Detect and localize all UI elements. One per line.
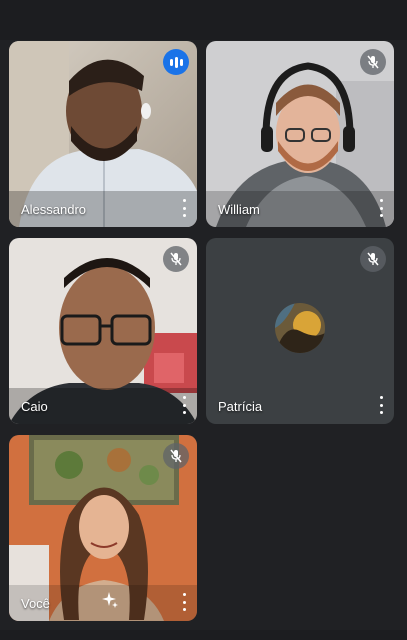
mic-off-icon xyxy=(360,246,386,272)
mic-off-icon xyxy=(163,246,189,272)
mic-off-icon xyxy=(163,443,189,469)
avatar xyxy=(275,303,325,353)
participant-name: Patrícia xyxy=(218,399,263,414)
mic-off-icon xyxy=(360,49,386,75)
more-options-icon[interactable] xyxy=(376,396,386,414)
navigation-bar xyxy=(0,630,407,640)
participant-tile-william[interactable]: William xyxy=(206,41,394,227)
participant-name: Caio xyxy=(21,399,48,414)
participant-tile-caio[interactable]: Caio xyxy=(9,238,197,424)
more-options-icon[interactable] xyxy=(179,199,189,217)
participant-tile-alessandro[interactable]: Alessandro xyxy=(9,41,197,227)
more-options-icon[interactable] xyxy=(179,396,189,414)
status-bar xyxy=(0,0,407,40)
participant-name: Você xyxy=(21,596,50,611)
participant-name: William xyxy=(218,202,260,217)
participant-tile-self[interactable]: Você xyxy=(9,435,197,621)
more-options-icon[interactable] xyxy=(179,593,189,611)
meeting-screen: Alessandro William Caio Patrícia Você xyxy=(0,0,407,640)
visual-effects-icon[interactable] xyxy=(101,591,119,609)
more-options-icon[interactable] xyxy=(376,199,386,217)
participant-tile-patricia[interactable]: Patrícia xyxy=(206,238,394,424)
speaking-indicator-icon xyxy=(163,49,189,75)
participant-name: Alessandro xyxy=(21,202,87,217)
